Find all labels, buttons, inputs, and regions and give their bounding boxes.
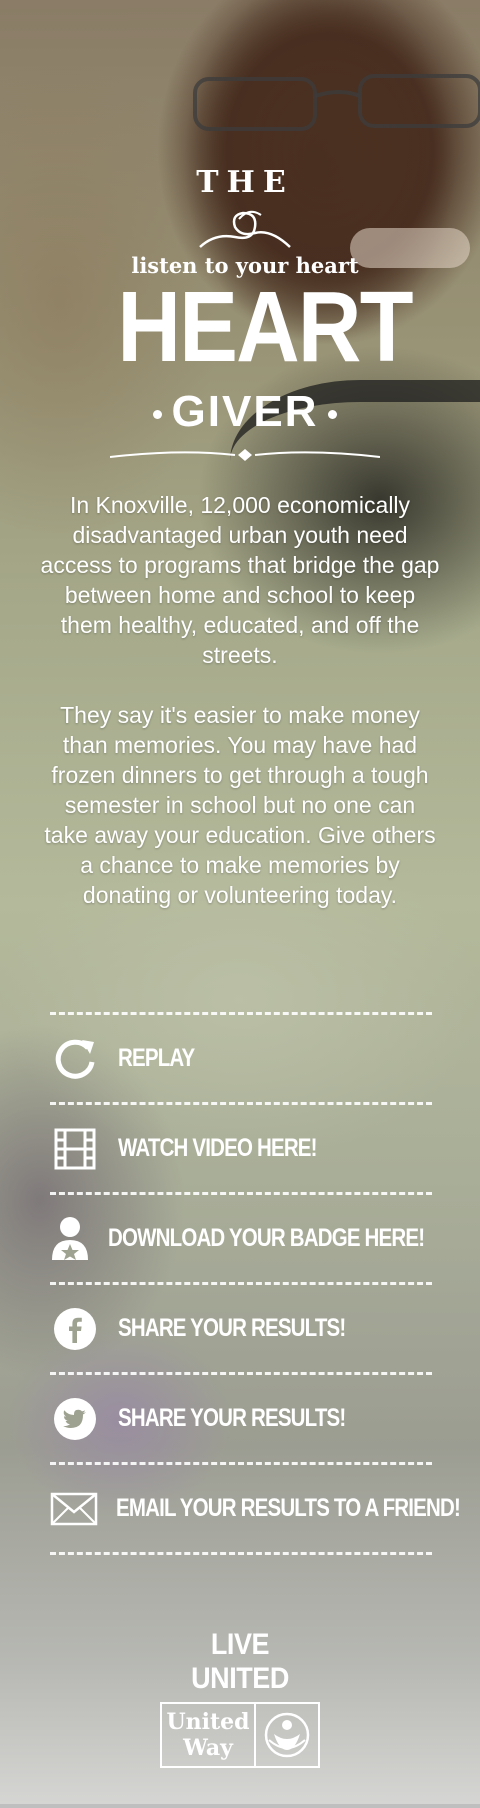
download-badge-button[interactable]: DOWNLOAD YOUR BADGE HERE! <box>50 1195 432 1282</box>
logo-giver-line: GIVER <box>100 387 390 437</box>
film-icon <box>50 1124 100 1174</box>
replay-icon <box>50 1034 100 1084</box>
way-word: Way <box>183 1735 233 1761</box>
united-way-logo[interactable]: United Way <box>160 1702 320 1768</box>
share-twitter-button[interactable]: SHARE YOUR RESULTS! <box>50 1375 432 1462</box>
twitter-icon <box>50 1394 100 1444</box>
facebook-icon <box>50 1304 100 1354</box>
share-facebook-button[interactable]: SHARE YOUR RESULTS! <box>50 1285 432 1372</box>
bullet-dot-icon <box>328 409 338 419</box>
dashed-divider <box>50 1552 432 1555</box>
bottom-edge-bar <box>0 1804 480 1808</box>
email-friend-label: EMAIL YOUR RESULTS TO A FRIEND! <box>116 1494 461 1522</box>
united-word: United <box>166 1709 250 1735</box>
bullet-dot-icon <box>152 409 162 419</box>
badge-user-icon <box>50 1214 90 1264</box>
download-badge-label: DOWNLOAD YOUR BADGE HERE! <box>108 1224 425 1252</box>
diamond-rule-icon <box>110 449 380 461</box>
envelope-icon <box>50 1484 98 1534</box>
united-way-emblem-icon <box>256 1704 318 1766</box>
replay-button[interactable]: REPLAY <box>50 1015 432 1102</box>
swirl-ornament-icon <box>199 210 291 248</box>
replay-label: REPLAY <box>118 1044 195 1072</box>
logo-heart-text: HEART <box>117 271 413 383</box>
share-twitter-label: SHARE YOUR RESULTS! <box>118 1404 346 1432</box>
action-menu: REPLAY WATCH VIDEO HERE! DOWNLOAD YOUR B… <box>50 1012 461 1555</box>
heart-giver-logo: THE listen to your heart HEART GIVER <box>100 165 413 465</box>
background-glasses <box>193 74 480 131</box>
united-way-footer: LIVE UNITED United Way <box>150 1628 330 1768</box>
logo-giver-text: GIVER <box>171 387 319 436</box>
email-friend-button[interactable]: EMAIL YOUR RESULTS TO A FRIEND! <box>50 1465 461 1552</box>
memories-paragraph: They say it's easier to make money than … <box>44 702 436 908</box>
heart-giver-page: THE listen to your heart HEART GIVER In … <box>0 0 480 1808</box>
united-way-wordmark: United Way <box>162 1704 256 1766</box>
intro-paragraph: In Knoxville, 12,000 economically disadv… <box>40 492 440 668</box>
logo-the-text: THE <box>196 165 294 200</box>
watch-video-button[interactable]: WATCH VIDEO HERE! <box>50 1105 432 1192</box>
watch-video-label: WATCH VIDEO HERE! <box>118 1134 317 1162</box>
share-facebook-label: SHARE YOUR RESULTS! <box>118 1314 346 1342</box>
live-united-text: LIVE UNITED <box>191 1628 289 1695</box>
